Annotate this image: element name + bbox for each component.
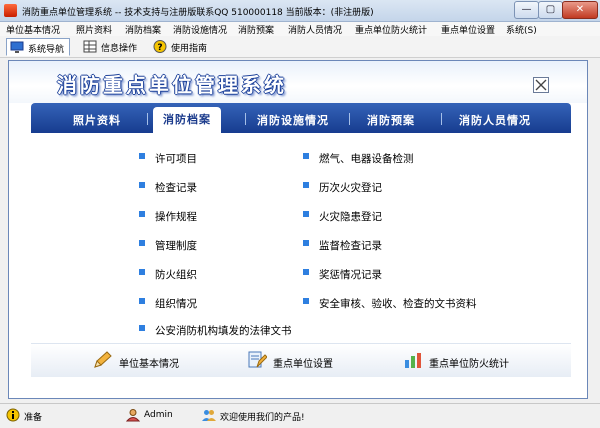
menu-photos[interactable]: 照片资料 bbox=[76, 23, 112, 36]
bullet-icon bbox=[303, 153, 309, 159]
tool-user-guide[interactable]: ? 使用指南 bbox=[150, 38, 214, 56]
maximize-button[interactable]: ▢ bbox=[538, 1, 563, 19]
tab-fire-plans[interactable]: 消防预案 bbox=[367, 112, 415, 128]
bullet-icon bbox=[303, 240, 309, 246]
tab-photos[interactable]: 照片资料 bbox=[73, 112, 121, 128]
close-window-button[interactable]: ✕ bbox=[562, 1, 598, 19]
title-bar: 消防重点单位管理系统 -- 技术支持与注册版联系QQ 510000118 当前版… bbox=[0, 0, 600, 22]
pencil-icon bbox=[94, 351, 112, 368]
menu-fire-statistics[interactable]: 重点单位防火统计 bbox=[355, 23, 427, 36]
menu-bar: 单位基本情况 照片资料 消防档案 消防设施情况 消防预案 消防人员情况 重点单位… bbox=[0, 22, 600, 36]
tab-bar: 照片资料 消防档案 消防设施情况 消防预案 消防人员情况 bbox=[31, 103, 571, 133]
chart-icon bbox=[405, 353, 421, 368]
menu-fire-archives[interactable]: 消防档案 bbox=[125, 23, 161, 36]
tab-separator bbox=[245, 113, 246, 125]
minimize-button[interactable]: — bbox=[514, 1, 539, 19]
toolbar: 系统导航 信息操作 ? 使用指南 bbox=[0, 36, 600, 58]
menu-system[interactable]: 系统(S) bbox=[506, 23, 537, 36]
header-band: 消防重点单位管理系统 bbox=[9, 61, 587, 103]
archive-items: 许可项目 检查记录 操作规程 管理制度 防火组织 组织情况 公安消防机构填发的法… bbox=[31, 133, 571, 343]
tab-separator bbox=[349, 113, 350, 125]
bullet-icon bbox=[139, 269, 145, 275]
app-title: 消防重点单位管理系统 bbox=[57, 73, 287, 97]
bullet-icon bbox=[139, 182, 145, 188]
status-bar: 准备 Admin 欢迎使用我们的产品! bbox=[0, 403, 600, 428]
bullet-icon bbox=[303, 269, 309, 275]
bullet-icon bbox=[303, 211, 309, 217]
user-icon bbox=[126, 409, 140, 422]
tab-fire-staff[interactable]: 消防人员情况 bbox=[459, 112, 531, 128]
bullet-icon bbox=[303, 298, 309, 304]
info-icon bbox=[6, 408, 20, 422]
bullet-icon bbox=[303, 182, 309, 188]
menu-unit-settings[interactable]: 重点单位设置 bbox=[441, 23, 495, 36]
tab-fire-archives[interactable]: 消防档案 bbox=[153, 107, 221, 133]
tool-system-nav[interactable]: 系统导航 bbox=[6, 38, 70, 56]
bullet-icon bbox=[139, 153, 145, 159]
tab-fire-facilities[interactable]: 消防设施情况 bbox=[257, 112, 329, 128]
grid-icon bbox=[83, 40, 97, 53]
menu-fire-staff[interactable]: 消防人员情况 bbox=[288, 23, 342, 36]
menu-fire-plans[interactable]: 消防预案 bbox=[238, 23, 274, 36]
bullet-icon bbox=[139, 240, 145, 246]
app-icon bbox=[4, 4, 17, 17]
tab-separator bbox=[441, 113, 442, 125]
tab-separator bbox=[147, 113, 148, 125]
settings-doc-icon bbox=[248, 351, 267, 368]
close-icon bbox=[535, 79, 547, 91]
svg-text:?: ? bbox=[157, 43, 162, 53]
bullet-icon bbox=[139, 325, 145, 331]
bullet-icon bbox=[139, 298, 145, 304]
menu-unit-info[interactable]: 单位基本情况 bbox=[6, 23, 60, 36]
help-icon: ? bbox=[153, 40, 167, 53]
tool-info-ops[interactable]: 信息操作 bbox=[80, 38, 142, 56]
panel-close-button[interactable] bbox=[533, 77, 549, 93]
quick-links-bar: 单位基本情况 重点单位设置 重点单位防火统计 bbox=[31, 343, 571, 377]
menu-fire-facilities[interactable]: 消防设施情况 bbox=[173, 23, 227, 36]
window-title: 消防重点单位管理系统 -- 技术支持与注册版联系QQ 510000118 当前版… bbox=[22, 8, 374, 18]
monitor-icon bbox=[10, 41, 24, 53]
bullet-icon bbox=[139, 211, 145, 217]
main-panel: 消防重点单位管理系统 照片资料 消防档案 消防设施情况 消防预案 消防人员情况 … bbox=[8, 60, 588, 399]
users-icon bbox=[202, 410, 216, 421]
